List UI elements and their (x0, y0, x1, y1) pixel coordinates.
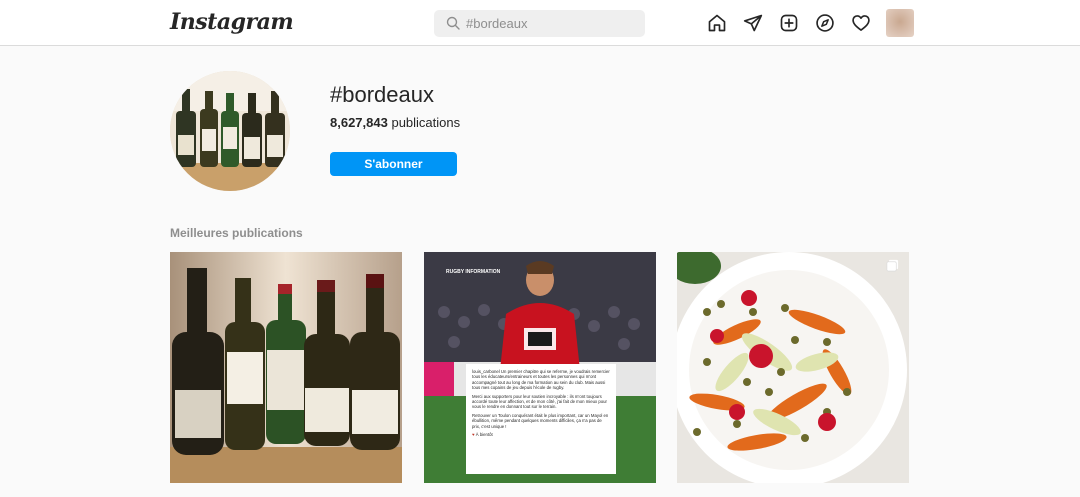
home-icon[interactable] (707, 13, 727, 33)
search-input[interactable] (466, 14, 636, 33)
new-post-icon[interactable] (779, 13, 799, 33)
caption-line: Merci aux supporters pour leur soutien i… (472, 393, 607, 410)
top-navbar: Instagram (0, 0, 1080, 46)
caption-signoff: ♥ À bientôt (472, 432, 610, 437)
hashtag-image (170, 71, 290, 191)
instagram-logo[interactable]: Instagram (170, 9, 294, 35)
post-count: 8,627,843 publications (330, 115, 460, 130)
explore-icon[interactable] (815, 13, 835, 33)
hashtag-title: #bordeaux (330, 82, 434, 107)
direct-icon[interactable] (743, 13, 763, 33)
caption-signoff-text: À bientôt (475, 432, 493, 438)
caption-line: louis_carbonel Un premier chapitre qui s… (472, 369, 610, 391)
post-lentil-salad[interactable] (677, 252, 909, 483)
rugby-info-tag: RUGBY INFORMATION (446, 269, 501, 275)
activity-icon[interactable] (851, 13, 871, 33)
profile-avatar[interactable] (886, 9, 914, 37)
post-wine-bottles[interactable] (170, 252, 402, 483)
search-box[interactable] (434, 10, 645, 37)
follow-button[interactable]: S'abonner (330, 152, 457, 176)
post-rugby[interactable]: RUGBY INFORMATION louis_carbonel Un prem… (424, 252, 656, 483)
post-count-suffix: publications (391, 115, 461, 130)
search-icon (446, 16, 460, 30)
multiple-images-icon (886, 259, 899, 272)
top-posts-heading: Meilleures publications (170, 226, 303, 240)
heart-icon: ♥ (472, 432, 475, 438)
post-count-value: 8,627,843 (330, 115, 388, 130)
caption-card: louis_carbonel Un premier chapitre qui s… (466, 364, 616, 474)
caption-line: Retrouver un Toulon conquérant était le … (472, 412, 609, 429)
